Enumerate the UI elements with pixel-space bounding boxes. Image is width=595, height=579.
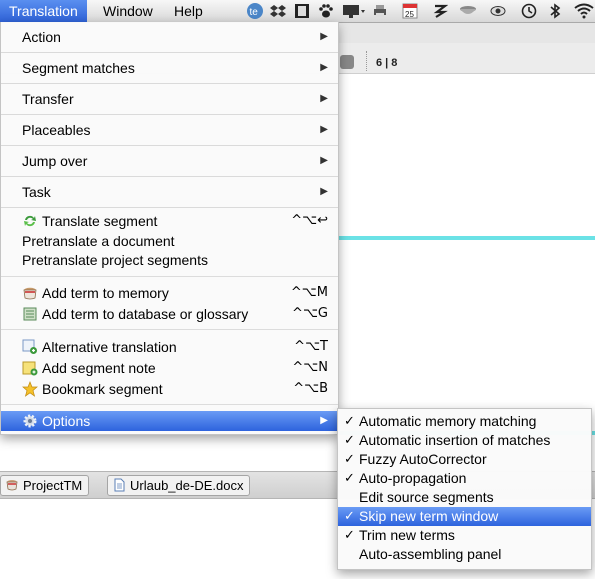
options-submenu: ✓ Automatic memory matching ✓ Automatic …: [337, 408, 592, 570]
menu-item-task[interactable]: Task ▶: [1, 177, 338, 208]
submenu-arrow-icon: ▶: [320, 415, 328, 426]
menubar: Translation Window Help te 25: [0, 0, 595, 23]
shortcut: ^⌥G: [292, 306, 328, 321]
time-machine-icon[interactable]: [521, 3, 537, 19]
menu-help[interactable]: Help: [165, 0, 212, 22]
divider: [366, 51, 368, 71]
submenu-arrow-icon: ▶: [320, 62, 328, 73]
segment-separator-line: [337, 236, 595, 240]
tab-label: ProjectTM: [23, 478, 83, 493]
menu-item-add-term-glossary[interactable]: Add term to database or glossary ^⌥G: [1, 304, 338, 324]
menu-separator: [1, 276, 338, 277]
menu-item-transfer[interactable]: Transfer ▶: [1, 84, 338, 115]
alternative-icon: [22, 339, 37, 354]
glossary-icon: [23, 307, 37, 321]
menu-item-pretranslate-project[interactable]: Pretranslate project segments: [1, 250, 338, 270]
menu-separator: [1, 404, 338, 405]
te-icon[interactable]: te: [246, 2, 264, 20]
document-icon: [114, 478, 125, 492]
paw-icon[interactable]: [318, 3, 334, 19]
checkmark-icon: ✓: [344, 452, 355, 467]
shortcut: ^⌥↩: [291, 213, 328, 228]
option-auto-assembling-panel[interactable]: Auto-assembling panel: [338, 545, 591, 564]
bowl-icon[interactable]: [458, 3, 478, 19]
film-icon[interactable]: [294, 3, 310, 19]
segment-counter: 6 | 8: [376, 57, 398, 69]
eye-icon[interactable]: [490, 3, 506, 19]
submenu-arrow-icon: ▶: [320, 124, 328, 135]
calendar-day: 25: [405, 10, 414, 19]
menu-translation[interactable]: Translation: [0, 0, 87, 22]
tab-label: Urlaub_de-DE.docx: [130, 478, 244, 493]
memory-cup-icon: [23, 287, 37, 300]
gear-icon: [23, 414, 37, 428]
submenu-arrow-icon: ▶: [320, 186, 328, 197]
translate-arrows-icon: [24, 215, 36, 227]
option-automatic-insertion[interactable]: ✓ Automatic insertion of matches: [338, 431, 591, 450]
menu-item-translate-segment[interactable]: Translate segment ^⌥↩: [1, 211, 338, 231]
option-fuzzy-autocorrector[interactable]: ✓ Fuzzy AutoCorrector: [338, 450, 591, 469]
menu-item-add-term-memory[interactable]: Add term to memory ^⌥M: [1, 283, 338, 303]
printer-icon[interactable]: [372, 3, 388, 19]
option-skip-new-term-window[interactable]: ✓ Skip new term window: [338, 507, 591, 526]
menu-item-add-segment-note[interactable]: Add segment note ^⌥N: [1, 358, 338, 378]
shortcut: ^⌥B: [293, 381, 328, 396]
display-icon[interactable]: [342, 3, 366, 19]
bluetooth-icon[interactable]: [548, 3, 562, 19]
option-trim-new-terms[interactable]: ✓ Trim new terms: [338, 526, 591, 545]
shortcut: ^⌥N: [292, 360, 328, 375]
note-icon: [22, 361, 38, 376]
shortcut: ^⌥T: [294, 339, 328, 354]
brush-icon[interactable]: [432, 3, 448, 19]
menu-separator: [1, 329, 338, 330]
menu-item-bookmark-segment[interactable]: Bookmark segment ^⌥B: [1, 379, 338, 399]
menu-item-options[interactable]: Options ▶: [1, 411, 338, 431]
menu-window[interactable]: Window: [94, 0, 162, 22]
menu-item-jump-over[interactable]: Jump over ▶: [1, 146, 338, 177]
menu-item-segment-matches[interactable]: Segment matches ▶: [1, 53, 338, 84]
checkmark-icon: ✓: [344, 509, 355, 524]
svg-text:te: te: [250, 7, 259, 18]
tab-projecttm[interactable]: ProjectTM: [0, 475, 90, 496]
segment-status-icon: [340, 55, 354, 69]
wifi-icon[interactable]: [574, 3, 594, 19]
menu-item-pretranslate-document[interactable]: Pretranslate a document: [1, 231, 338, 251]
option-automatic-memory-matching[interactable]: ✓ Automatic memory matching: [338, 412, 591, 431]
option-edit-source-segments[interactable]: Edit source segments: [338, 488, 591, 507]
calendar-icon[interactable]: 25: [402, 3, 418, 19]
menu-item-placeables[interactable]: Placeables ▶: [1, 115, 338, 146]
checkmark-icon: ✓: [344, 471, 355, 486]
menu-item-alternative-translation[interactable]: Alternative translation ^⌥T: [1, 337, 338, 357]
checkmark-icon: ✓: [344, 528, 355, 543]
submenu-arrow-icon: ▶: [320, 93, 328, 104]
tab-document[interactable]: Urlaub_de-DE.docx: [107, 475, 251, 496]
checkmark-icon: ✓: [344, 414, 355, 429]
checkmark-icon: ✓: [344, 433, 355, 448]
translation-menu: Action ▶ Segment matches ▶ Transfer ▶ Pl…: [0, 22, 339, 435]
submenu-arrow-icon: ▶: [320, 155, 328, 166]
menu-item-action[interactable]: Action ▶: [1, 22, 338, 53]
option-auto-propagation[interactable]: ✓ Auto-propagation: [338, 469, 591, 488]
coffee-cup-icon: [6, 480, 18, 491]
star-icon: [22, 381, 38, 397]
submenu-arrow-icon: ▶: [320, 31, 328, 42]
dropbox-icon[interactable]: [270, 3, 286, 19]
shortcut: ^⌥M: [290, 285, 328, 300]
